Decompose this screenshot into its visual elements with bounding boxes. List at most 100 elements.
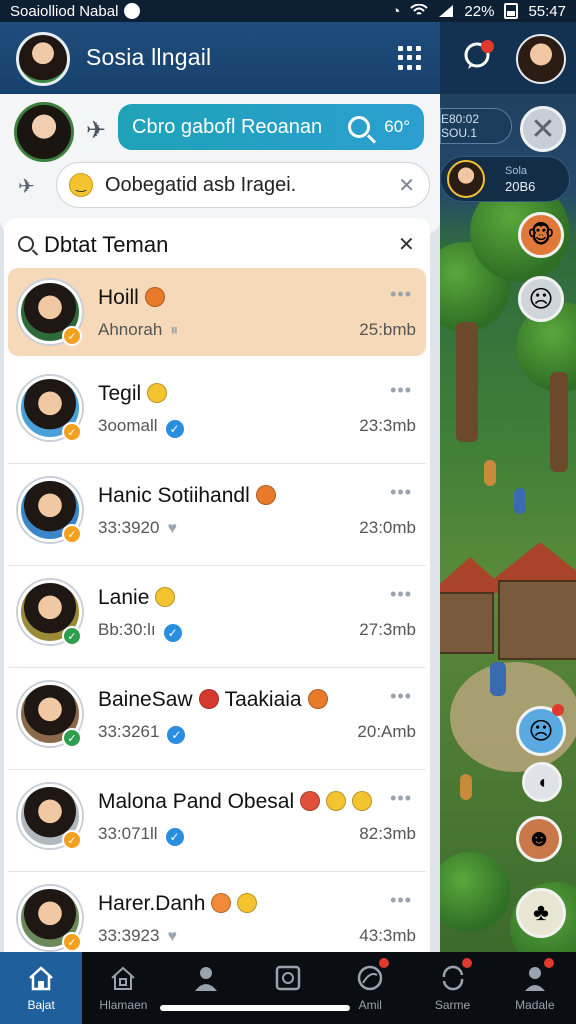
heart-icon: ♥ (167, 928, 177, 945)
close-icon[interactable]: ✕ (398, 232, 415, 257)
presence-badge-icon: ✓ (62, 626, 82, 646)
more-options-icon[interactable]: ••• (390, 890, 412, 911)
square-icon (272, 962, 304, 994)
friend-row[interactable]: ✓ BaineSaw Taakiaia 33:3261 ✓ 20:Amb ••• (8, 670, 426, 770)
notification-dot (461, 958, 472, 968)
emoji-icon[interactable]: ‿ (69, 173, 93, 197)
user-avatar[interactable] (16, 32, 70, 86)
ear-icon[interactable]: ◖ (522, 762, 562, 802)
verified-icon: ✓ (165, 828, 184, 846)
verified-icon: ✓ (163, 624, 182, 642)
friend-row[interactable]: ✓ Hoill Ahnorah ⏸ 25:bmb ••• (8, 268, 426, 356)
nav-label: Sarme (434, 998, 471, 1012)
more-options-icon[interactable]: ••• (390, 584, 412, 605)
home-indicator[interactable] (160, 1005, 350, 1011)
friend-status-text: Bb:30:lı (98, 620, 156, 639)
player-mini-avatar (447, 160, 485, 198)
notification-dot (552, 704, 564, 716)
friend-name-text: Taakiaia (224, 688, 302, 711)
nav-label: Bajat (27, 998, 55, 1012)
more-options-icon[interactable]: ••• (390, 788, 412, 809)
friend-row[interactable]: ✓ Tegil 3oomall ✓ 23:3mb ••• (8, 364, 426, 464)
friend-name: Hanic Sotiihandl (98, 484, 276, 508)
more-options-icon[interactable]: ••• (390, 380, 412, 401)
friend-status-text: 33:3923 (98, 926, 160, 945)
presence-badge-icon: ✓ (62, 422, 82, 442)
friend-row[interactable]: ✓ Harer.Danh 33:3923 ♥ 43:3mb ••• (8, 874, 426, 952)
emoji-icon (237, 893, 258, 913)
clear-icon[interactable]: ✕ (398, 173, 415, 198)
friend-name-text: Hoill (98, 286, 139, 309)
friend-status-text: 3oomall (98, 416, 158, 435)
emoji-icon (352, 791, 373, 811)
person-icon (190, 962, 222, 994)
presence-badge-icon: ✓ (62, 932, 82, 952)
search-icon[interactable] (18, 236, 34, 252)
tree (440, 852, 510, 932)
emoji-icon (198, 689, 219, 709)
friend-time: 20:Amb (357, 722, 416, 741)
plant-icon[interactable]: ♣ (516, 888, 566, 938)
nav-item-3[interactable] (247, 952, 329, 1024)
heart-icon: ♥ (167, 520, 177, 537)
right-info-pill[interactable]: E80:02 SOU.1 (440, 108, 512, 144)
player-character (490, 662, 506, 696)
friend-status: 3oomall ✓ (98, 416, 184, 438)
verified-icon: ✓ (167, 726, 186, 744)
nav-item-1[interactable]: Hlamaen (82, 952, 164, 1024)
player-level-pill[interactable]: Sola 20B6 (440, 156, 570, 202)
bottom-nav: Bajat Hlamaen Amil Sarme Madale (0, 952, 576, 1024)
friend-list-title: Dbtat Teman (44, 232, 169, 257)
more-options-icon[interactable]: ••• (390, 482, 412, 503)
pill-line-1: E80:02 (441, 112, 480, 126)
pin-icon[interactable]: ✈ (86, 116, 114, 144)
my-avatar[interactable] (14, 102, 74, 162)
friend-row[interactable]: ✓ Lanie Bb:30:lı ✓ 27:3mb ••• (8, 568, 426, 668)
friend-status-text: Ahnorah (98, 320, 163, 339)
nav-item-6[interactable]: Madale (494, 952, 576, 1024)
house (440, 592, 494, 654)
notification-dot (379, 958, 390, 968)
app-header: Sosia llngail (0, 22, 440, 94)
friend-name-text: Malona Pand Obesal (98, 790, 295, 813)
friend-time: 23:3mb (359, 416, 416, 435)
notification-dot (481, 40, 494, 53)
friend-name: Malona Pand Obesal (98, 790, 373, 814)
search-bar[interactable]: Cbro gabofl Reoanan 60° (118, 104, 424, 150)
status-icon[interactable]: ✈ (18, 174, 35, 199)
villager-avatar-icon[interactable]: ☻ (516, 816, 562, 862)
search-icon[interactable] (348, 116, 371, 138)
tree-trunk (456, 322, 478, 442)
messenger-icon (124, 3, 141, 19)
close-map-button[interactable]: ✕ (520, 106, 566, 152)
friend-time: 27:3mb (359, 620, 416, 639)
profile-avatar[interactable] (516, 34, 566, 84)
status-input[interactable]: ‿ Oobegatid asb Iragei. ✕ (56, 162, 430, 208)
more-options-icon[interactable]: ••• (390, 284, 412, 305)
nav-item-5[interactable]: Sarme (411, 952, 493, 1024)
nav-item-4[interactable]: Amil (329, 952, 411, 1024)
grid-icon[interactable] (398, 46, 422, 70)
emoji-icon (211, 893, 232, 913)
friend-row[interactable]: ✓ Hanic Sotiihandl 33:3920 ♥ 23:0mb ••• (8, 466, 426, 566)
friend-list: Dbtat Teman ✕ ✓ Hoill Ahnorah ⏸ 25:bmb ••• ✓ Te… (4, 218, 430, 952)
search-extra: 60° (384, 117, 410, 136)
sad-face-icon[interactable]: ☹ (518, 276, 564, 322)
friend-name-text: Tegil (98, 382, 142, 405)
friend-name: Tegil (98, 382, 168, 406)
friend-status: 33:071ll ✓ (98, 824, 184, 846)
pill-line-2: SOU.1 (441, 126, 478, 140)
status-text: Oobegatid asb Iragei. (105, 173, 297, 196)
player-level-label: Sola (505, 165, 528, 177)
status-bar: Soaiolliod Nabal ◔ 22% 55:47 (0, 0, 576, 22)
friend-row[interactable]: ✓ Malona Pand Obesal 33:071ll ✓ 82:3mb ••• (8, 772, 426, 872)
friend-status-text: 33:3261 (98, 722, 160, 741)
nav-item-2[interactable] (165, 952, 247, 1024)
more-options-icon[interactable]: ••• (390, 686, 412, 707)
nav-item-0[interactable]: Bajat (0, 952, 83, 1024)
monkey-icon[interactable]: 🐵 (518, 212, 564, 258)
friend-time: 43:3mb (359, 926, 416, 945)
emoji-icon (326, 791, 347, 811)
alarm-icon: ◔ (391, 2, 401, 20)
friend-time: 82:3mb (359, 824, 416, 843)
